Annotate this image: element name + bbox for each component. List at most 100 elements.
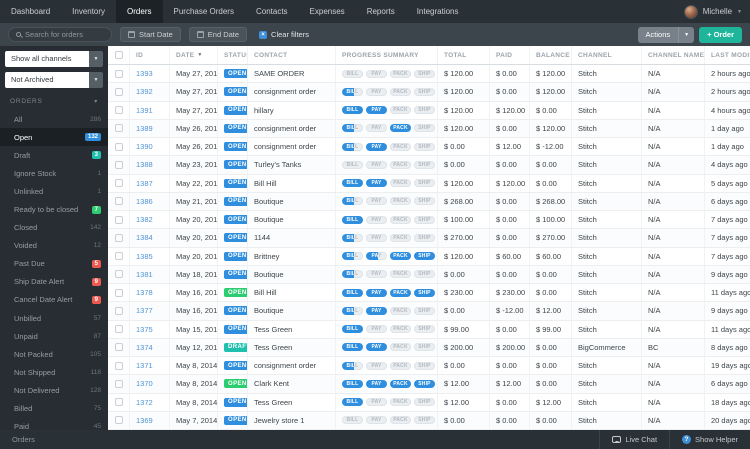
sidebar-item-ignore-stock[interactable]: Ignore Stock 1	[0, 164, 108, 182]
actions-button[interactable]: Actions ▼	[637, 26, 695, 43]
column-header-date[interactable]: DATE ▼	[170, 46, 218, 64]
sidebar-item-ready-to-be-closed[interactable]: Ready to be closed 7	[0, 200, 108, 218]
row-checkbox[interactable]	[114, 325, 123, 334]
user-avatar[interactable]	[683, 4, 698, 19]
sidebar-item-ship-date-alert[interactable]: Ship Date Alert 9	[0, 273, 108, 291]
order-id-link[interactable]: 1385	[136, 252, 153, 261]
column-header-last-modified[interactable]: LAST MODIFIED	[705, 46, 750, 64]
select-all-checkbox[interactable]	[114, 51, 123, 59]
table-row-order-1386[interactable]: 1386 May 21, 2014 OPENBoutique BILLBILLPAYP…	[108, 192, 750, 211]
table-row-order-1375[interactable]: 1375 May 15, 2014 OPEN Tess Green BILL PAY PAC…	[108, 320, 750, 339]
sidebar-item-unlinked[interactable]: Unlinked 1	[0, 182, 108, 200]
order-id-link[interactable]: 1387	[136, 179, 153, 188]
row-checkbox[interactable]	[114, 142, 123, 151]
table-row-order-1382[interactable]: 1382 May 20, 2014 OPEN Boutique BILL PAY PACK S…	[108, 211, 750, 230]
order-id-link[interactable]: 1378	[136, 288, 153, 297]
row-checkbox[interactable]	[114, 398, 123, 407]
user-menu[interactable]: Michelle ▼	[683, 0, 742, 23]
sidebar-item-draft[interactable]: Draft 3	[0, 146, 108, 164]
search-box[interactable]	[8, 27, 112, 42]
start-date-button[interactable]: Start Date	[120, 27, 181, 42]
table-row-order-1384[interactable]: 1384May 20, 2014OPEN1144BILLBILLPAYPACKS…	[108, 229, 750, 248]
sidebar-item-not-packed[interactable]: Not Packed 105	[0, 345, 108, 363]
row-checkbox[interactable]	[114, 69, 123, 78]
row-checkbox[interactable]	[114, 306, 123, 315]
row-checkbox[interactable]	[114, 160, 123, 169]
order-id-link[interactable]: 1390	[136, 142, 153, 151]
show-helper-button[interactable]: ? Show Helper	[669, 430, 750, 449]
row-checkbox[interactable]	[114, 179, 123, 188]
sidebar-item-paid[interactable]: Paid 45	[0, 418, 108, 430]
row-checkbox[interactable]	[114, 124, 123, 133]
table-row-order-1385[interactable]: 1385 May 20, 2014 OPENBrittney BILLBILLPAYP…	[108, 247, 750, 266]
column-header-progress-summary[interactable]: PROGRESS SUMMARY	[336, 46, 438, 64]
nav-item-inventory[interactable]: Inventory	[61, 0, 116, 23]
row-checkbox[interactable]	[114, 106, 123, 115]
row-checkbox[interactable]	[114, 215, 123, 224]
nav-item-purchase-orders[interactable]: Purchase Orders	[163, 0, 245, 23]
order-id-link[interactable]: 1392	[136, 87, 153, 96]
row-checkbox[interactable]	[114, 87, 123, 96]
column-header-contact[interactable]: CONTACT	[248, 46, 336, 64]
row-checkbox[interactable]	[114, 361, 123, 370]
table-row-order-1370[interactable]: 1370 May 8, 2014 OPEN Clark Kent BILL PAY PACK…	[108, 375, 750, 394]
table-row-order-1388[interactable]: 1388 May 23, 2014 OPEN Turley's Tanks BILL PA…	[108, 156, 750, 175]
order-id-link[interactable]: 1389	[136, 124, 153, 133]
table-row-order-1381[interactable]: 1381 May 18, 2014 OPENBoutique BILLBILLPAYP…	[108, 265, 750, 284]
order-id-link[interactable]: 1375	[136, 325, 153, 334]
column-header-id[interactable]: ID	[130, 46, 170, 64]
sidebar-item-cancel-date-alert[interactable]: Cancel Date Alert 9	[0, 291, 108, 309]
column-header-paid[interactable]: PAID	[490, 46, 530, 64]
column-header-status[interactable]: STATUS	[218, 46, 248, 64]
nav-item-orders[interactable]: Orders	[116, 0, 163, 23]
order-id-link[interactable]: 1382	[136, 215, 153, 224]
table-row-order-1392[interactable]: 1392 May 27, 2014 OPENconsignment order BIL…	[108, 83, 750, 102]
sidebar-item-all[interactable]: All 286	[0, 110, 108, 128]
order-id-link[interactable]: 1384	[136, 233, 153, 242]
row-checkbox[interactable]	[114, 197, 123, 206]
nav-item-expenses[interactable]: Expenses	[299, 0, 356, 23]
sidebar-item-unpaid[interactable]: Unpaid 87	[0, 327, 108, 345]
table-row-order-1377[interactable]: 1377 May 16, 2014 OPENBoutique BILLBILLPAYP…	[108, 302, 750, 321]
end-date-button[interactable]: End Date	[188, 27, 248, 42]
nav-item-contacts[interactable]: Contacts	[245, 0, 299, 23]
order-id-link[interactable]: 1381	[136, 270, 153, 279]
column-header-total[interactable]: TOTAL	[438, 46, 490, 64]
order-id-link[interactable]: 1374	[136, 343, 153, 352]
table-row-order-1369[interactable]: 1369 May 7, 2014 OPEN Jewelry store 1 BILL PA…	[108, 411, 750, 430]
order-id-link[interactable]: 1388	[136, 160, 153, 169]
order-id-link[interactable]: 1391	[136, 106, 153, 115]
nav-item-reports[interactable]: Reports	[356, 0, 406, 23]
order-id-link[interactable]: 1372	[136, 398, 153, 407]
sidebar-item-unbilled[interactable]: Unbilled 57	[0, 309, 108, 327]
sidebar-item-not-shipped[interactable]: Not Shipped 118	[0, 363, 108, 381]
row-checkbox[interactable]	[114, 379, 123, 388]
nav-item-dashboard[interactable]: Dashboard	[0, 0, 61, 23]
sidebar-item-not-delivered[interactable]: Not Delivered 128	[0, 381, 108, 399]
row-checkbox[interactable]	[114, 270, 123, 279]
orders-section-header[interactable]: ORDERS ▾	[0, 88, 108, 110]
order-id-link[interactable]: 1370	[136, 379, 153, 388]
add-order-button[interactable]: + Order	[699, 26, 742, 43]
sidebar-item-past-due[interactable]: Past Due 5	[0, 255, 108, 273]
sidebar-item-open[interactable]: Open 132	[0, 128, 108, 147]
table-row-order-1374[interactable]: 1374 May 12, 2014 DRAFTTess Green BILLPAYPA…	[108, 338, 750, 357]
row-checkbox[interactable]	[114, 233, 123, 242]
table-row-order-1393[interactable]: 1393 May 27, 2014 OPEN SAME ORDER BILL PAY PAC…	[108, 65, 750, 84]
table-row-order-1371[interactable]: 1371 May 8, 2014 OPENconsignment order BILL…	[108, 357, 750, 376]
sidebar-item-billed[interactable]: Billed 75	[0, 400, 108, 418]
row-checkbox[interactable]	[114, 288, 123, 297]
clear-filters-button[interactable]: × Clear filters	[259, 30, 309, 39]
row-checkbox[interactable]	[114, 416, 123, 425]
column-header-channel[interactable]: CHANNEL	[572, 46, 642, 64]
order-id-link[interactable]: 1369	[136, 416, 153, 425]
table-row-order-1389[interactable]: 1389 May 26, 2014 OPENconsignment order BIL…	[108, 119, 750, 138]
row-checkbox[interactable]	[114, 343, 123, 352]
column-header-balance-due[interactable]: BALANCE DUE	[530, 46, 572, 64]
search-input[interactable]	[25, 30, 104, 39]
order-id-link[interactable]: 1377	[136, 306, 153, 315]
channel-filter-select[interactable]: Show all channels ▼	[5, 51, 103, 67]
column-header-channel-name[interactable]: CHANNEL NAME	[642, 46, 705, 64]
table-row-order-1391[interactable]: 1391 May 27, 2014 OPEN hillary BILL PAY PACK SH…	[108, 101, 750, 120]
nav-item-integrations[interactable]: Integrations	[406, 0, 470, 23]
